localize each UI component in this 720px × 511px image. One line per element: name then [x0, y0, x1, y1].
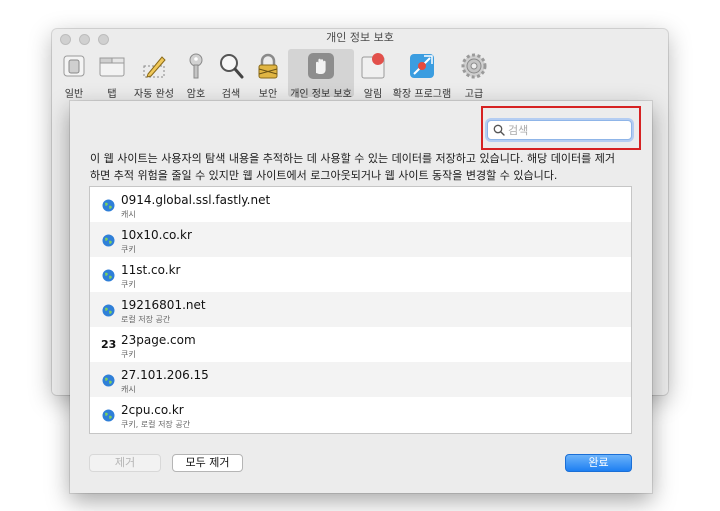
gear-icon: [461, 53, 487, 79]
tab-passwords[interactable]: 암호: [180, 49, 212, 100]
done-button[interactable]: 완료: [565, 454, 632, 472]
site-favicon: 23: [101, 338, 117, 351]
list-item[interactable]: 11st.co.kr 쿠키: [90, 257, 631, 292]
window-title: 개인 정보 보호: [326, 31, 394, 44]
remove-all-button[interactable]: 모두 제거: [172, 454, 243, 472]
lock-icon: [258, 53, 278, 79]
magnifier-icon: [220, 54, 244, 79]
globe-icon: [102, 234, 115, 247]
website-list[interactable]: 0914.global.ssl.fastly.net 캐시 10x10.co.k…: [89, 186, 632, 434]
tab-privacy[interactable]: 개인 정보 보호: [288, 49, 354, 100]
globe-icon: [102, 409, 115, 422]
tab-autofill[interactable]: 자동 완성: [132, 49, 176, 100]
extensions-icon: [410, 54, 434, 78]
close-window-button[interactable]: [60, 34, 71, 45]
zoom-window-button[interactable]: [98, 34, 109, 45]
notifications-icon: [361, 53, 385, 79]
general-switch-icon: [63, 55, 85, 77]
list-item[interactable]: 19216801.net 로컬 저장 공간: [90, 292, 631, 327]
tabs-icon: [99, 57, 125, 77]
search-highlight-box: [481, 106, 641, 150]
key-icon: [189, 53, 203, 79]
list-item[interactable]: 2cpu.co.kr 쿠키, 로컬 저장 공간: [90, 397, 631, 432]
tab-general[interactable]: 일반: [58, 49, 90, 100]
globe-icon: [102, 374, 115, 387]
list-item[interactable]: 10x10.co.kr 쿠키: [90, 222, 631, 257]
tab-notifications[interactable]: 알림: [358, 49, 388, 100]
tab-search[interactable]: 검색: [215, 49, 247, 100]
tab-advanced[interactable]: 고급: [456, 49, 492, 100]
list-item[interactable]: 27.101.206.15 캐시: [90, 362, 631, 397]
hand-icon: [308, 53, 334, 79]
window-controls: [60, 34, 109, 45]
globe-icon: [102, 304, 115, 317]
sheet-description: 이 웹 사이트는 사용자의 탐색 내용을 추적하는 데 사용할 수 있는 데이터…: [90, 152, 615, 182]
tab-extensions[interactable]: 확장 프로그램: [392, 49, 452, 100]
globe-icon: [102, 269, 115, 282]
list-item[interactable]: 23 23page.com 쿠키: [90, 327, 631, 362]
tab-security[interactable]: 보안: [252, 49, 284, 100]
autofill-pencil-icon: [143, 56, 166, 78]
minimize-window-button[interactable]: [79, 34, 90, 45]
globe-icon: [102, 199, 115, 212]
preferences-toolbar: 일반 탭 자동 완성 암호 검색 보안 개인 정보 보호 알림 확장 프로그램 …: [52, 47, 668, 100]
list-item[interactable]: 0914.global.ssl.fastly.net 캐시: [90, 187, 631, 222]
tab-tabs[interactable]: 탭: [96, 49, 128, 100]
remove-button[interactable]: 제거: [89, 454, 161, 472]
